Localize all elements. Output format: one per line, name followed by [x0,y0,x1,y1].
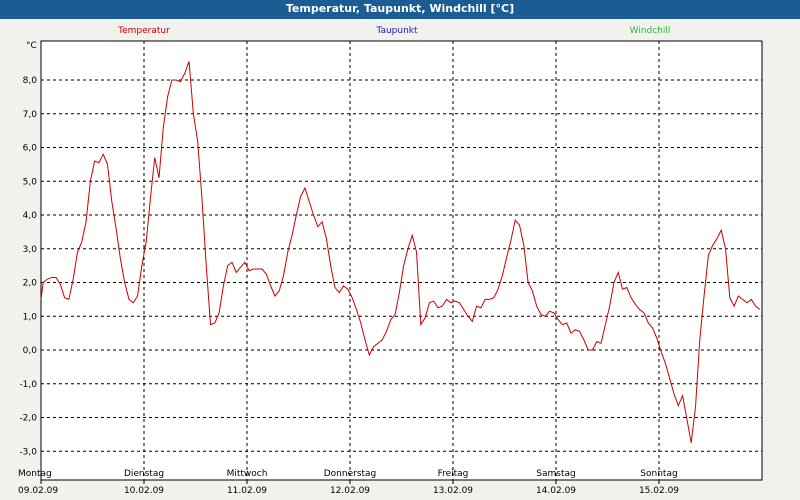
y-tick-label: 6,0 [23,144,38,154]
y-tick-label: 2,0 [23,279,38,289]
y-tick-label: 8,0 [23,76,38,86]
plot-area [40,40,763,481]
y-tick-label: 5,0 [23,177,38,187]
y-tick-label: 1,0 [23,312,38,322]
x-date-label: 12.02.09 [330,486,370,496]
legend: Temperatur Taupunkt Windchill [117,26,670,36]
x-day-label: Montag [18,469,52,479]
y-axis-unit: °C [26,41,37,51]
y-tick-label: 7,0 [23,110,38,120]
x-day-label: Donnerstag [324,469,377,479]
x-date-label: 11.02.09 [227,486,267,496]
y-tick-label: 0,0 [23,346,38,356]
x-date-label: 15.02.09 [639,486,679,496]
x-date-label: 09.02.09 [18,486,58,496]
y-tick-label: -1,0 [19,380,37,390]
legend-item-temperatur: Temperatur [117,26,170,36]
legend-item-taupunkt: Taupunkt [375,26,418,36]
y-tick-label: 4,0 [23,211,38,221]
y-tick-label: -2,0 [19,414,37,424]
temperature-chart: °C 8,0 7,0 6,0 5,0 4,0 3,0 2,0 1,0 0,0 -1,0 -2,0 -3… [18,26,763,496]
chart-title: Temperatur, Taupunkt, Windchill [°C] [0,0,800,19]
x-day-label: Freitag [438,469,469,479]
y-tick-label: -3,0 [19,447,37,457]
x-day-label: Mittwoch [227,469,268,479]
y-tick-label: 3,0 [23,245,38,255]
x-day-label: Sonntag [640,469,677,479]
x-day-label: Dienstag [124,469,164,479]
x-date-label: 14.02.09 [536,486,576,496]
y-axis: °C 8,0 7,0 6,0 5,0 4,0 3,0 2,0 1,0 0,0 -1,0 -2,0 -3… [19,41,37,457]
x-date-label: 10.02.09 [124,486,164,496]
x-date-label: 13.02.09 [433,486,473,496]
x-day-label: Samstag [536,469,575,479]
legend-item-windchill: Windchill [630,26,671,36]
